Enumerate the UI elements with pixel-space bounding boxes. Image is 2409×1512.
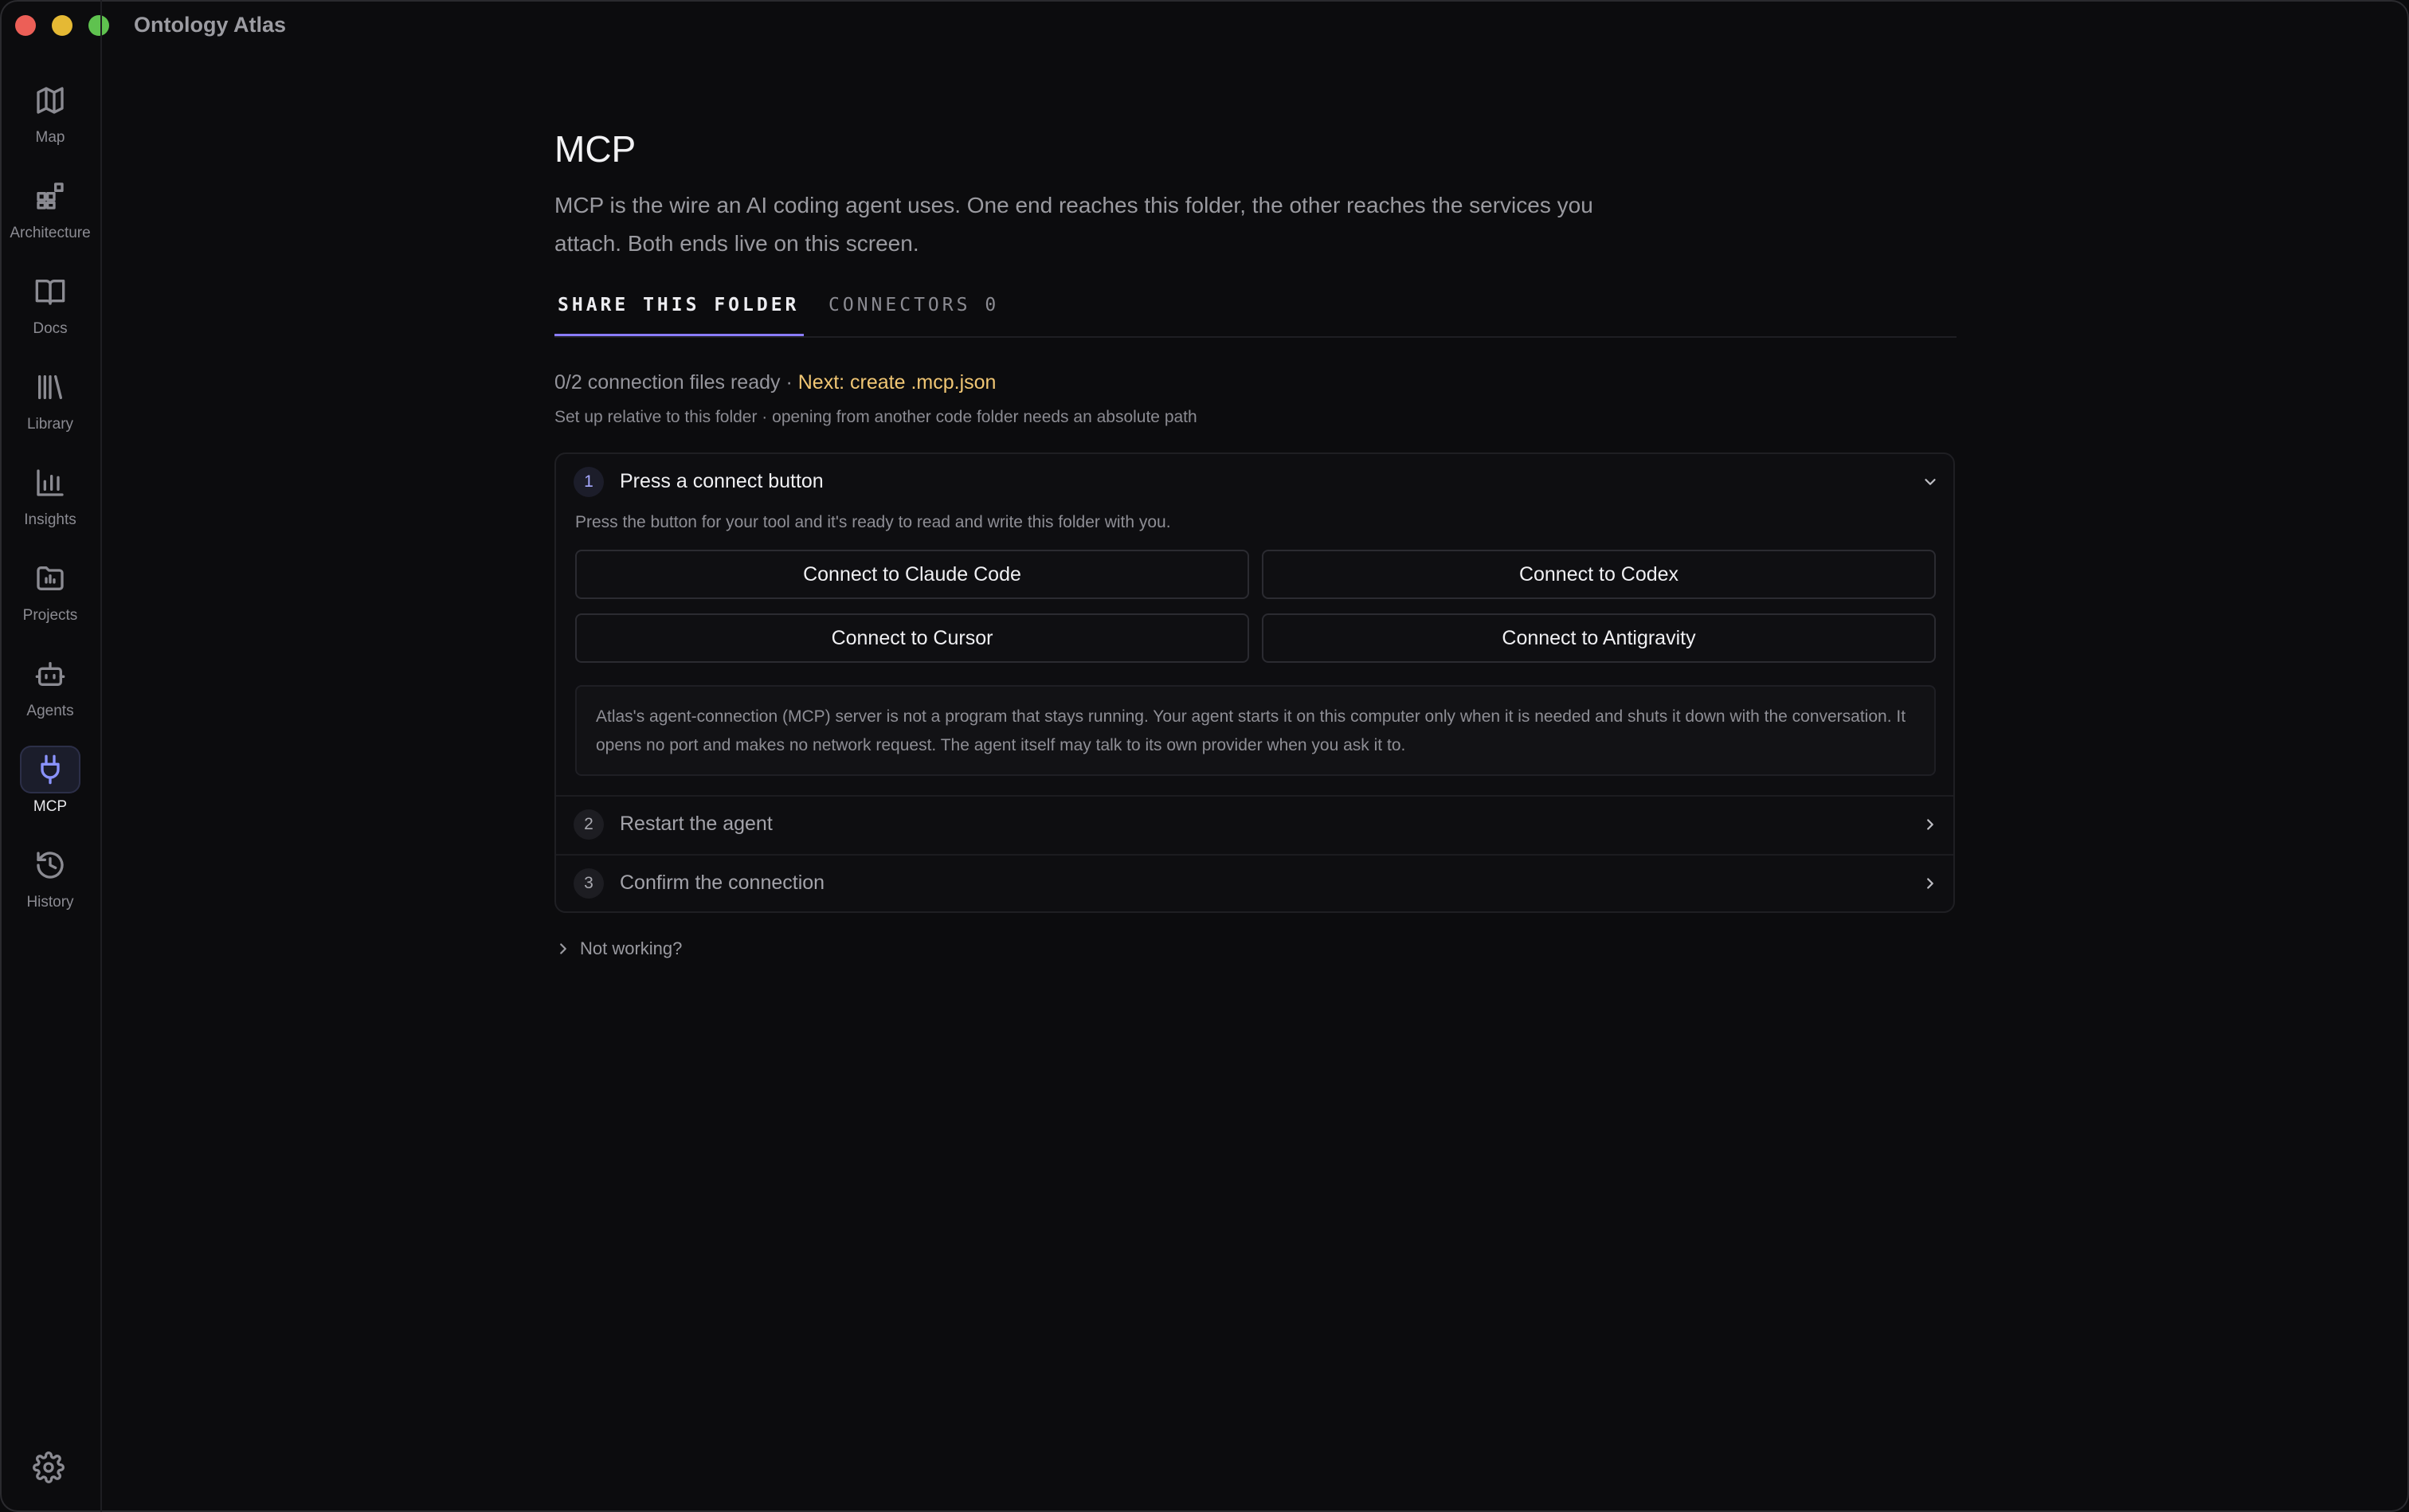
mcp-info-note: Atlas's agent-connection (MCP) server is… [575,685,1936,776]
divider [556,854,1953,856]
step-title: Restart the agent [620,813,773,835]
app-window: Ontology Atlas Map Architecture Docs Lib… [0,0,2409,1512]
sidebar-item-architecture[interactable]: Architecture [0,172,100,260]
connect-cursor-button[interactable]: Connect to Cursor [575,613,1249,663]
page-description: MCP is the wire an AI coding agent uses.… [554,193,1593,256]
bar-chart-icon [20,459,80,507]
sidebar-item-mcp[interactable]: MCP [0,746,100,833]
sidebar: Map Architecture Docs Library Insights P… [0,0,102,1512]
sidebar-item-label: Insights [24,511,76,528]
sidebar-item-agents[interactable]: Agents [0,650,100,738]
step-number: 2 [574,809,604,840]
page-title: MCP [554,128,637,170]
sidebar-item-label: History [26,894,74,911]
sidebar-item-insights[interactable]: Insights [0,459,100,546]
step-title: Press a connect button [620,470,824,492]
gear-icon[interactable] [33,1451,68,1487]
library-icon [20,363,80,411]
chevron-right-icon [560,943,566,954]
chevron-right-icon [1921,875,1939,892]
sidebar-item-label: Library [26,416,74,433]
step-number: 3 [574,868,604,899]
setup-note: Set up relative to this folder · opening… [554,408,1197,426]
sidebar-item-label: Docs [33,320,68,337]
sidebar-item-label: Agents [26,703,74,719]
folder-icon [20,554,80,602]
not-working-toggle[interactable]: Not working? [554,938,682,959]
status-ready-count: 0/2 connection files ready · [554,371,793,394]
step-number: 1 [574,467,604,497]
steps-panel: 1 Press a connect button Press the butto… [554,452,1955,913]
connect-antigravity-button[interactable]: Connect to Antigravity [1262,613,1936,663]
connect-claude-code-button[interactable]: Connect to Claude Code [575,550,1249,599]
step-description: Press the button for your tool and it's … [575,513,1171,531]
map-icon [20,76,80,124]
connection-status: 0/2 connection files ready · Next: creat… [554,371,996,394]
sidebar-item-history[interactable]: History [0,841,100,929]
sidebar-item-label: Architecture [10,225,91,241]
sidebar-item-map[interactable]: Map [0,76,100,164]
sidebar-item-projects[interactable]: Projects [0,554,100,642]
sidebar-item-label: MCP [33,798,68,815]
robot-icon [20,650,80,698]
app-title: Ontology Atlas [134,13,287,37]
sidebar-item-library[interactable]: Library [0,363,100,451]
tab-bar: SHARE THIS FOLDER CONNECTORS 0 [554,290,1957,338]
history-icon [20,841,80,889]
plug-icon [20,746,80,793]
not-working-label: Not working? [580,938,683,958]
connect-codex-button[interactable]: Connect to Codex [1262,550,1936,599]
divider [556,795,1953,797]
chevron-right-icon [1921,816,1939,833]
tab-connectors[interactable]: CONNECTORS 0 [828,290,999,335]
status-next-step: Next: create .mcp.json [797,371,997,394]
step-title: Confirm the connection [620,872,825,894]
sidebar-item-label: Projects [22,607,78,624]
architecture-icon [20,172,80,220]
tab-share-this-folder[interactable]: SHARE THIS FOLDER [554,290,805,336]
sidebar-item-label: Map [35,129,65,146]
book-icon [20,268,80,315]
sidebar-item-docs[interactable]: Docs [0,268,100,355]
chevron-down-icon [1921,473,1939,491]
